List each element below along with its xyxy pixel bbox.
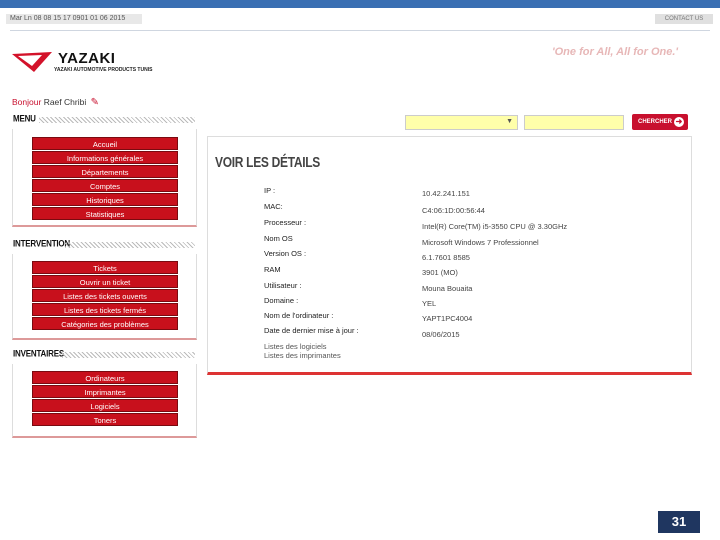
value-version-os: 6.1.7601 8585 [422, 253, 470, 262]
yazaki-logo-icon [12, 52, 52, 72]
value-nom-ordinateur: YAPT1PC4004 [422, 314, 473, 323]
frame-divider [10, 30, 710, 31]
link-liste-imprimantes[interactable]: Listes des imprimantes [264, 351, 341, 360]
user-name: Raef Chribi [43, 97, 87, 107]
inventaires-panel: Ordinateurs Imprimantes Logiciels Toners [12, 364, 197, 438]
intervention-panel: Tickets Ouvrir un ticket Listes des tick… [12, 254, 197, 340]
value-mac: C4:06:1D:00:56:44 [422, 206, 485, 215]
label-ip: IP : [264, 186, 276, 195]
menu-item-ordinateurs[interactable]: Ordinateurs [32, 371, 178, 384]
page-number: 31 [658, 511, 700, 533]
label-date-maj: Date de dernier mise à jour : [264, 326, 359, 335]
value-date-maj: 08/06/2015 [422, 330, 460, 339]
value-nom-os: Microsoft Windows 7 Professionnel [422, 238, 539, 247]
menu-item-departements[interactable]: Départements [32, 165, 178, 178]
value-ip: 10.42.241.151 [422, 189, 470, 198]
menu-title: MENU [13, 113, 36, 124]
menu-item-tickets-ouverts[interactable]: Listes des tickets ouverts [32, 289, 178, 302]
edit-profile-icon[interactable]: ✎ [91, 97, 99, 108]
label-nom-os: Nom OS [264, 234, 293, 243]
label-processeur: Processeur : [264, 218, 307, 227]
menu-item-imprimantes[interactable]: Imprimantes [32, 385, 178, 398]
search-input[interactable] [524, 115, 624, 130]
menu-item-informations[interactable]: Informations générales [32, 151, 178, 164]
top-band [0, 0, 720, 8]
chevron-down-icon: ▼ [506, 118, 513, 125]
search-button[interactable]: CHERCHER ➜ [632, 114, 688, 130]
menu-item-tickets-fermes[interactable]: Listes des tickets fermés [32, 303, 178, 316]
menu-item-tickets[interactable]: Tickets [32, 261, 178, 274]
value-utilisateur: Mouna Bouaita [422, 284, 473, 293]
value-domaine: YEL [422, 299, 437, 308]
menu-item-statistiques[interactable]: Statistiques [32, 207, 178, 220]
label-utilisateur: Utilisateur : [264, 281, 302, 290]
value-ram: 3901 (MO) [422, 268, 458, 277]
arrow-right-icon: ➜ [674, 117, 684, 127]
brand-subtitle: YAZAKI AUTOMOTIVE PRODUCTS TUNIS [54, 67, 153, 73]
intervention-title: INTERVENTION [13, 238, 71, 249]
inventaires-hatch [62, 352, 195, 358]
label-ram: RAM [264, 265, 281, 274]
inventaires-title: INVENTAIRES [13, 348, 64, 359]
date-bar: Mar Ln 08 08 15 17 0901 01 06 2015 [6, 14, 142, 24]
menu-hatch [39, 117, 195, 123]
details-title: VOIR LES DÉTAILS [215, 153, 320, 171]
menu-item-comptes[interactable]: Comptes [32, 179, 178, 192]
yazaki-logo[interactable]: YAZAKI YAZAKI AUTOMOTIVE PRODUCTS TUNIS [12, 48, 172, 78]
label-mac: MAC: [264, 202, 283, 211]
menu-item-categories[interactable]: Catégories des problèmes [32, 317, 178, 330]
search-select[interactable]: ▼ [405, 115, 518, 130]
menu-item-toners[interactable]: Toners [32, 413, 178, 426]
menu-item-ouvrir-ticket[interactable]: Ouvrir un ticket [32, 275, 178, 288]
value-processeur: Intel(R) Core(TM) i5-3550 CPU @ 3.30GHz [422, 222, 568, 231]
menu-item-logiciels[interactable]: Logiciels [32, 399, 178, 412]
intervention-hatch [65, 242, 195, 248]
contact-link[interactable]: CONTACT US [655, 14, 713, 24]
link-liste-logiciels[interactable]: Listes des logiciels [264, 342, 327, 351]
brand-name: YAZAKI [58, 50, 116, 67]
label-version-os: Version OS : [264, 249, 307, 258]
menu-item-historiques[interactable]: Historiques [32, 193, 178, 206]
search-button-label: CHERCHER [638, 119, 673, 125]
slogan: 'One for All, All for One.' [552, 46, 679, 58]
label-domaine: Domaine : [264, 296, 299, 305]
greeting-hello: Bonjour [12, 97, 42, 107]
label-nom-ordinateur: Nom de l'ordinateur : [264, 311, 334, 320]
menu-panel: Accueil Informations générales Départeme… [12, 129, 197, 227]
greeting: Bonjour Raef Chribi ✎ [12, 97, 99, 108]
menu-item-accueil[interactable]: Accueil [32, 137, 178, 150]
